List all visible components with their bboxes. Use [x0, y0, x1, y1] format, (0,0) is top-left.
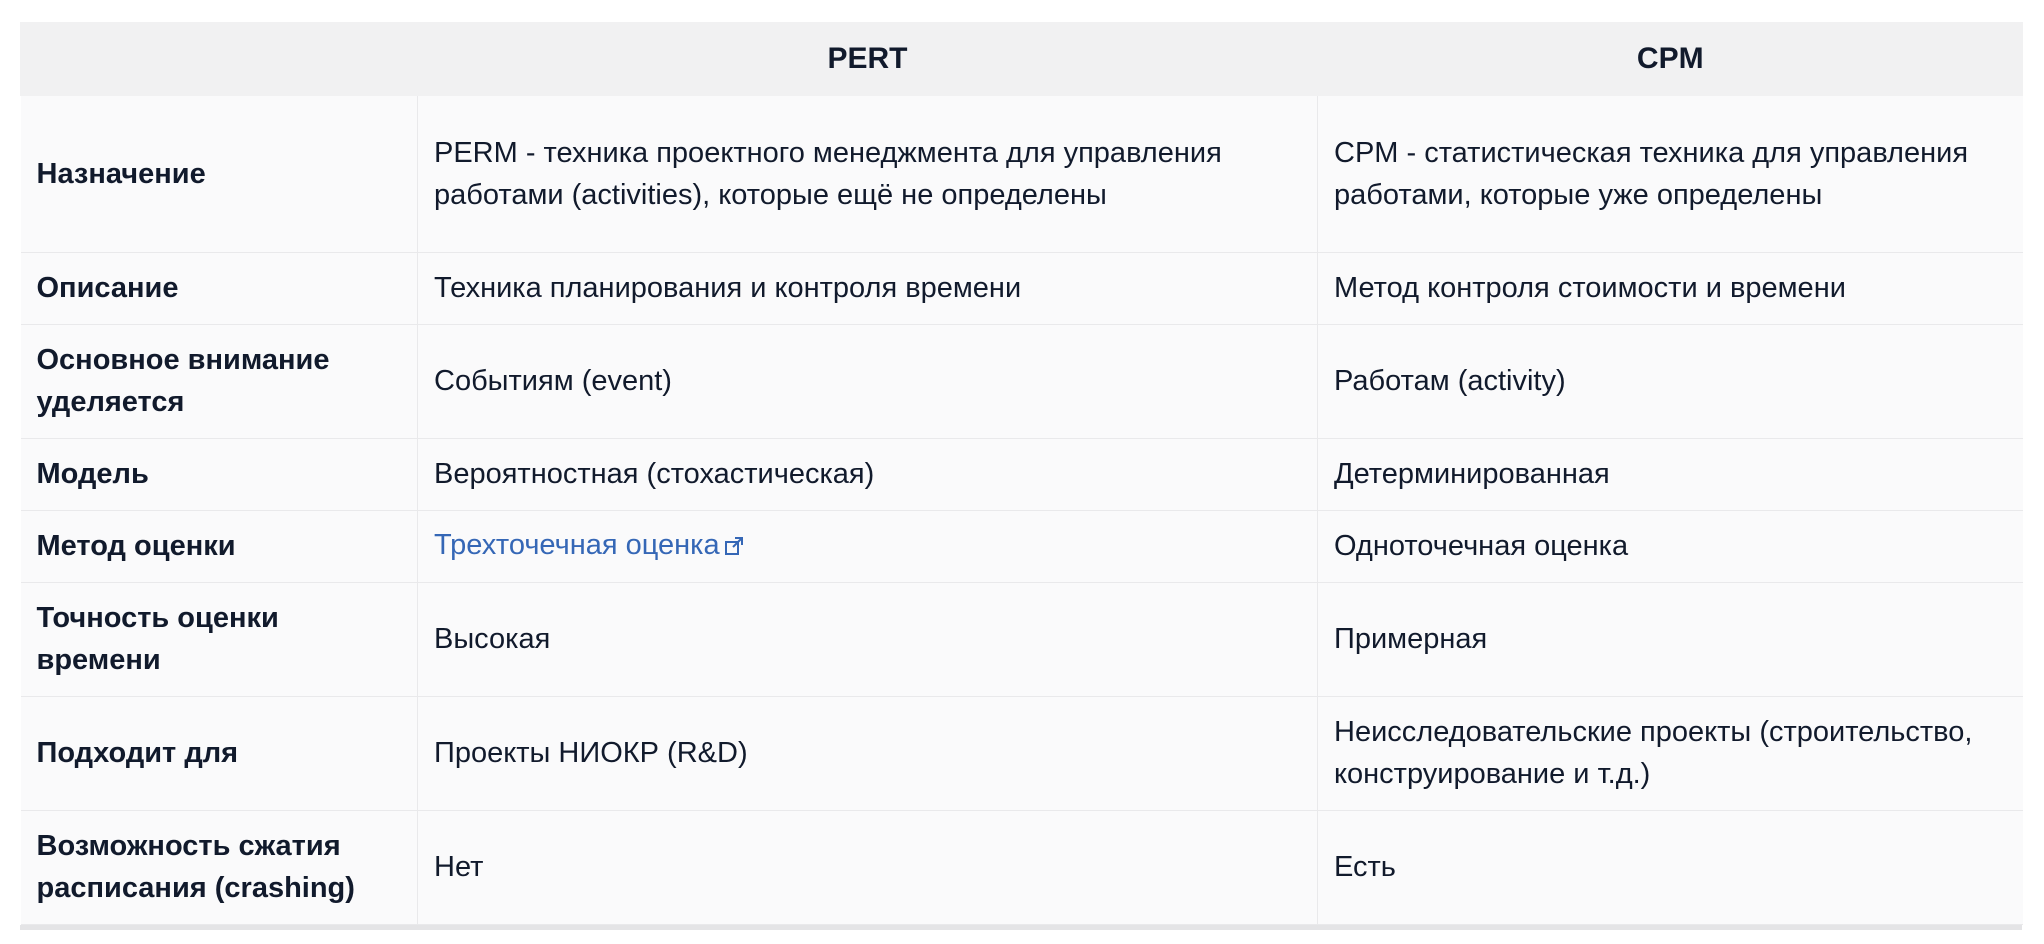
pert-cell: Техника планирования и контроля времени — [417, 251, 1318, 325]
cpm-cell: Одноточечная оценка — [1317, 509, 2023, 583]
table-row: Описание Техника планирования и контроля… — [20, 251, 2023, 325]
table-row: Возможность сжатия расписания (crashing)… — [20, 809, 2023, 925]
table-row: Подходит для Проекты НИОКР (R&D) Неиссле… — [20, 695, 2023, 811]
row-label: Модель — [20, 437, 418, 511]
pert-cell: Вероятностная (стохастическая) — [417, 437, 1318, 511]
header-pert: PERT — [417, 22, 1318, 96]
header-cpm: CPM — [1317, 22, 2023, 96]
pert-cell: Событиям (event) — [417, 323, 1318, 439]
table-row: Точность оценки времени Высокая Примерна… — [20, 581, 2023, 697]
row-label: Основное внимание уделяется — [20, 323, 418, 439]
cpm-cell: Метод контроля стоимости и времени — [1317, 251, 2023, 325]
row-label: Описание — [20, 251, 418, 325]
table-row: Модель Вероятностная (стохастическая) Де… — [20, 437, 2023, 511]
header-empty-cell — [20, 22, 418, 96]
cpm-cell: Есть — [1317, 809, 2023, 925]
cpm-cell: Примерная — [1317, 581, 2023, 697]
cpm-cell: CPM - статистическая техника для управле… — [1317, 96, 2023, 253]
row-label: Подходит для — [20, 695, 418, 811]
pert-cell: Высокая — [417, 581, 1318, 697]
cpm-cell: Детерминированная — [1317, 437, 2023, 511]
row-label: Назначение — [20, 96, 418, 253]
external-link-icon — [724, 526, 744, 568]
row-label: Возможность сжатия расписания (crashing) — [20, 809, 418, 925]
comparison-table-container: PERT CPM Назначение PERM - техника проек… — [20, 22, 2023, 930]
cpm-cell: Неисследовательские проекты (строительст… — [1317, 695, 2023, 811]
table-row: Основное внимание уделяется Событиям (ev… — [20, 323, 2023, 439]
pert-cell: Проекты НИОКР (R&D) — [417, 695, 1318, 811]
three-point-estimate-link[interactable]: Трехточечная оценка — [434, 529, 744, 561]
table-row: Назначение PERM - техника проектного мен… — [20, 96, 2023, 253]
table-row: Метод оценки Трехточечная оценка Одноточ… — [20, 509, 2023, 583]
pert-cell: Трехточечная оценка — [417, 509, 1318, 583]
header-row: PERT CPM — [20, 22, 2023, 96]
link-text: Трехточечная оценка — [434, 529, 720, 561]
pert-cell: Нет — [417, 809, 1318, 925]
cpm-cell: Работам (activity) — [1317, 323, 2023, 439]
row-label: Точность оценки времени — [20, 581, 418, 697]
pert-cell: PERM - техника проектного менеджмента дл… — [417, 96, 1318, 253]
row-label: Метод оценки — [20, 509, 418, 583]
pert-cpm-comparison-table: PERT CPM Назначение PERM - техника проек… — [20, 22, 2023, 925]
